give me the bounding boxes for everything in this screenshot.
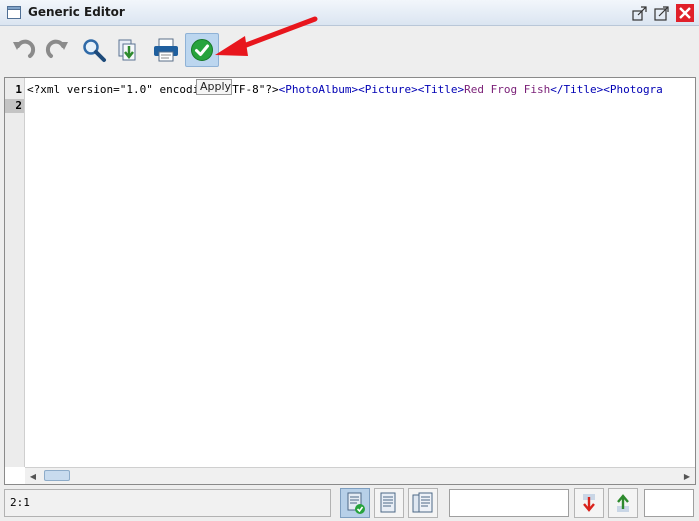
printer-icon [154,38,178,62]
document-view-button[interactable] [374,488,404,518]
import-button[interactable] [114,36,142,64]
caret-position: 2:1 [4,489,331,517]
arrow-up-icon [617,494,629,512]
horizontal-scrollbar[interactable]: ◀ ▶ [25,467,695,484]
xml-text: Red Frog Fish [464,83,551,96]
search-icon [83,39,106,62]
title-bar: Generic Editor [0,0,699,26]
line-number-gutter: 1 2 [5,78,25,467]
documents-icon [412,492,433,513]
find-button[interactable] [80,36,108,64]
find-previous-button[interactable] [608,488,638,518]
line-number: 1 [15,83,22,96]
restore-icon[interactable] [632,5,648,21]
maximize-icon[interactable] [654,5,670,21]
close-icon[interactable] [676,4,694,22]
code-line-1[interactable]: <?xml version="1.0" encoding="UTF-8"?><P… [27,83,692,99]
scroll-left-icon[interactable]: ◀ [25,468,41,484]
xml-tag: </Title> [550,83,604,96]
document-icon [380,492,396,513]
import-document-icon [118,39,136,61]
undo-button[interactable] [9,36,37,64]
window-icon [7,6,21,19]
status-bar: 2:1 [0,487,699,521]
xml-editor[interactable]: 1 2 <?xml version="1.0" encoding="UTF-8"… [4,77,696,485]
scroll-thumb[interactable] [44,470,70,481]
toolbar [0,27,699,71]
xml-declaration: <?xml version="1.0" encoding="UTF-8"?> [27,83,279,96]
window-title: Generic Editor [28,5,125,19]
redo-icon [45,39,68,58]
xml-tag: <Title> [417,83,465,96]
scroll-right-icon[interactable]: ▶ [679,468,695,484]
find-next-button[interactable] [574,488,604,518]
print-button[interactable] [152,36,180,64]
search-field[interactable] [449,489,569,517]
arrow-down-icon [583,494,595,512]
annotation-arrow [215,16,318,56]
xml-tag: <Picture> [358,83,418,96]
redo-button[interactable] [44,36,72,64]
xml-tag: <Photogra [603,83,663,96]
validated-document-icon [347,492,365,514]
line-number-current: 2 [5,99,24,113]
replace-field[interactable] [644,489,694,517]
xml-tag: <PhotoAlbum> [278,83,359,96]
documents-view-button[interactable] [408,488,438,518]
undo-icon [13,39,36,58]
validate-document-button[interactable] [340,488,370,518]
apply-tooltip: Apply [196,79,232,95]
